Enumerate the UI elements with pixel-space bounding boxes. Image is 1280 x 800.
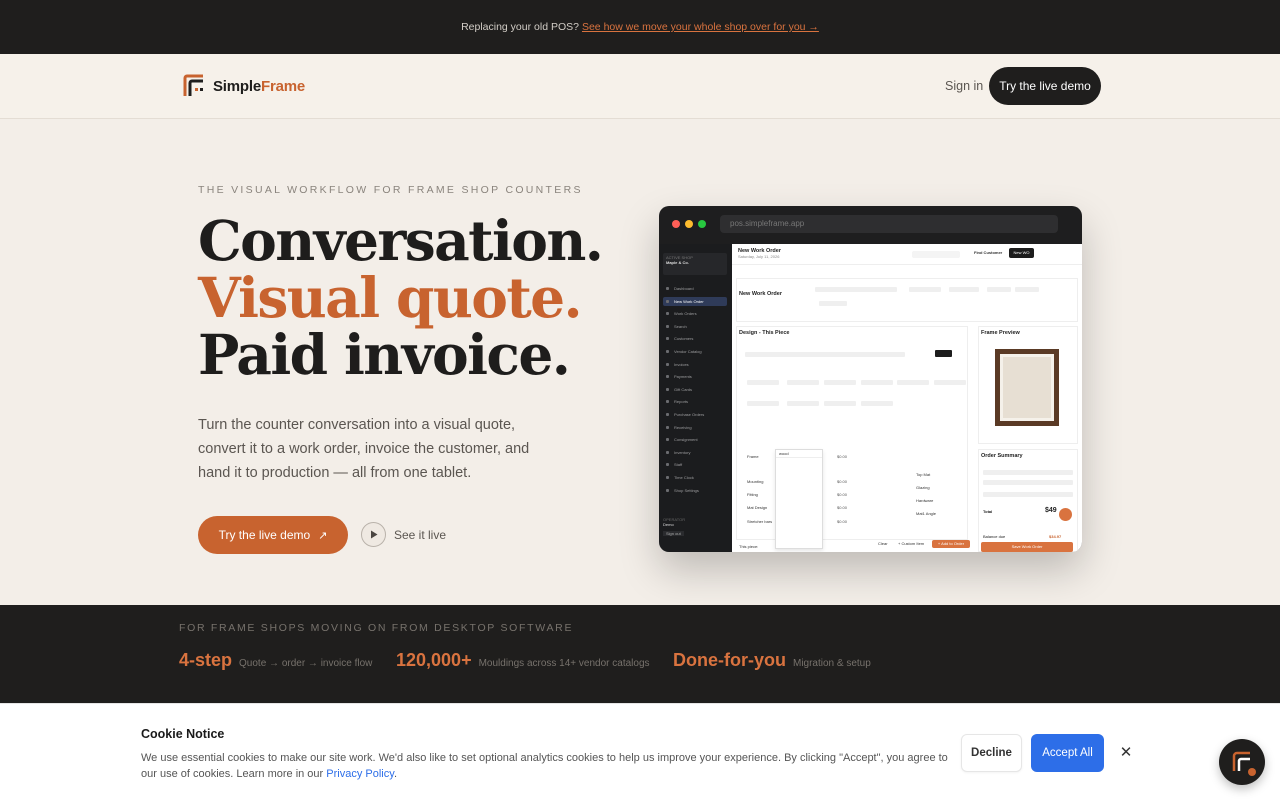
frame-logo-icon xyxy=(1232,751,1256,776)
sidebar-item: Inventory xyxy=(663,448,727,457)
frame-preview-image xyxy=(995,349,1059,426)
headline-line-1: Conversation. xyxy=(198,208,604,273)
sidebar-item: Vendor Catalog xyxy=(663,347,727,356)
hero-headline: Conversation. Visual quote. Paid invoice… xyxy=(198,208,604,387)
announcement-bar: Replacing your old POS? See how we move … xyxy=(0,0,1280,54)
see-it-live-button[interactable]: See it live xyxy=(361,522,446,547)
privacy-policy-link[interactable]: Privacy Policy xyxy=(326,768,394,780)
sidebar-item: Staff xyxy=(663,460,727,469)
line-item-label: Frame xyxy=(747,454,759,459)
try-demo-button[interactable]: Try the live demo xyxy=(989,67,1101,105)
close-icon[interactable]: ✕ xyxy=(1118,743,1134,761)
line-item-label: Fitting xyxy=(747,492,758,497)
line-item-price: $0.00 xyxy=(837,454,848,459)
see-it-live-label: See it live xyxy=(394,527,447,542)
sidebar-item: Work Orders xyxy=(663,309,727,318)
vendor-item-label: Mat1 Angle xyxy=(916,511,937,516)
sidebar-item: Receiving xyxy=(663,423,727,432)
mock-chat-icon xyxy=(1059,508,1072,521)
accept-all-button[interactable]: Accept All xyxy=(1031,734,1104,772)
sidebar-item: Time Clock xyxy=(663,473,727,482)
order-header-card: New Work Order xyxy=(736,278,1078,322)
arrow-up-right-icon: ↗ xyxy=(318,529,328,542)
stat-item: 120,000+ Mouldings across 14+ vendor cat… xyxy=(396,650,650,671)
stats-section: FOR FRAME SHOPS MOVING ON FROM DESKTOP S… xyxy=(0,605,1280,705)
sidebar-item: Reports xyxy=(663,397,727,406)
app-search xyxy=(912,251,960,258)
signin-link[interactable]: Sign in xyxy=(945,79,983,93)
stat-desc: Migration & setup xyxy=(792,658,871,669)
line-item-price: $0.00 xyxy=(837,492,848,497)
cookie-banner: Cookie Notice We use essential cookies t… xyxy=(0,703,1280,800)
sidebar-item: Dashboard xyxy=(663,284,727,293)
new-wo-button: New WO xyxy=(1009,248,1034,258)
chat-launcher[interactable] xyxy=(1219,739,1265,785)
play-icon xyxy=(361,522,386,547)
cookie-text: We use essential cookies to make our sit… xyxy=(141,752,948,780)
announcement-link[interactable]: See how we move your whole shop over for… xyxy=(582,21,819,33)
sidebar-item: New Work Order xyxy=(663,296,727,306)
sidebar-item: Shop Settings xyxy=(663,486,727,495)
design-piece-card: Design - This Piece Frame $0.00 Mounting $0… xyxy=(736,326,968,549)
sidebar-item: Payments xyxy=(663,372,727,381)
line-item-price: $0.00 xyxy=(837,479,848,484)
close-dot-icon xyxy=(672,220,680,228)
line-item-price: $0.00 xyxy=(837,505,848,510)
decline-button[interactable]: Decline xyxy=(961,734,1022,772)
vendor-item-label: Top Mat xyxy=(916,472,931,477)
stat-item: 4-step Quote → order → invoice flow xyxy=(179,650,372,671)
hero-demo-label: Try the live demo xyxy=(218,528,311,542)
app-screen: ACTIVE SHOP Maple & Co. Dashboard New Wor… xyxy=(659,244,1082,552)
sidebar-item: Purchase Orders xyxy=(663,410,727,419)
stat-desc: Quote → order → invoice flow xyxy=(239,658,373,669)
minimize-dot-icon xyxy=(685,220,693,228)
vendor-item-label: Hardware xyxy=(916,498,934,503)
sidebar-item: Consignment xyxy=(663,435,727,444)
active-shop-card: ACTIVE SHOP Maple & Co. xyxy=(663,253,727,275)
frame-preview-card: Frame Preview xyxy=(978,326,1078,444)
frame-logo-icon xyxy=(183,74,207,98)
line-item-label: Mat Design xyxy=(747,505,768,510)
line-item-label: Stretcher bars xyxy=(747,519,773,524)
sidebar-item: Search xyxy=(663,322,727,331)
hero-eyebrow: THE VISUAL WORKFLOW FOR FRAME SHOP COUNT… xyxy=(198,184,583,196)
app-sidebar: ACTIVE SHOP Maple & Co. Dashboard New Wor… xyxy=(659,244,732,552)
maximize-dot-icon xyxy=(698,220,706,228)
app-mockup: pos.simpleframe.app ACTIVE SHOP Maple & … xyxy=(659,206,1082,552)
logo[interactable]: SimpleFrame xyxy=(183,74,305,98)
sidebar-item: Customers xyxy=(663,334,727,343)
sidebar-item: Gift Cards xyxy=(663,385,727,394)
order-summary-card: Order Summary Total $49 Balance due $34.… xyxy=(978,449,1078,552)
logo-text: SimpleFrame xyxy=(213,77,306,95)
line-item-price: $0.00 xyxy=(837,519,848,524)
stat-item: Done-for-you Migration & setup xyxy=(673,650,871,671)
stat-desc: Mouldings across 14+ vendor catalogs xyxy=(478,658,650,669)
headline-line-3: Paid invoice. xyxy=(198,322,571,387)
headline-line-2: Visual quote. xyxy=(198,265,583,330)
hero-subcopy: Turn the counter conversation into a vis… xyxy=(198,417,530,481)
sidebar-item: Invoices xyxy=(663,360,727,369)
stats-label: FOR FRAME SHOPS MOVING ON FROM DESKTOP S… xyxy=(179,622,574,634)
app-main: New Work Order Saturday, July 11, 2026 F… xyxy=(732,244,1082,552)
frame-search-dropdown: wood xyxy=(775,449,823,549)
hero-section: THE VISUAL WORKFLOW FOR FRAME SHOP COUNT… xyxy=(0,120,1280,605)
vendor-item-label: Glazing xyxy=(916,485,930,490)
operator-block: OPERATOR Demo Sign out xyxy=(663,517,686,536)
find-customer-button: Find Customer xyxy=(974,250,1003,255)
announcement-text: Replacing your old POS? xyxy=(461,21,579,33)
url-bar: pos.simpleframe.app xyxy=(720,215,1058,233)
hero-demo-button[interactable]: Try the live demo ↗ xyxy=(198,516,348,554)
cookie-title: Cookie Notice xyxy=(141,727,225,741)
stat-value: 120,000+ xyxy=(396,650,472,670)
stat-value: 4-step xyxy=(179,650,233,670)
browser-chrome: pos.simpleframe.app xyxy=(659,206,1082,244)
stat-value: Done-for-you xyxy=(673,650,786,670)
line-item-label: Mounting xyxy=(747,479,764,484)
site-header: SimpleFrame Sign in Try the live demo xyxy=(0,54,1280,119)
app-page-date: Saturday, July 11, 2026 xyxy=(738,254,780,259)
